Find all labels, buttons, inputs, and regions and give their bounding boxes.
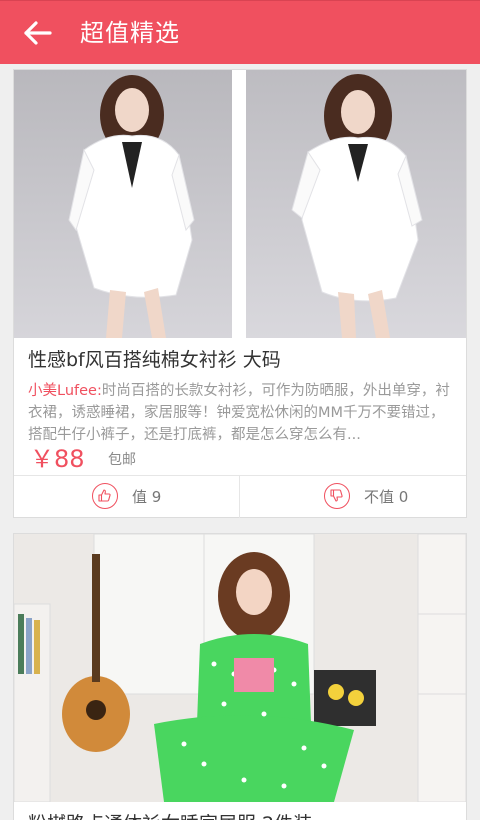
product-price: ￥88 xyxy=(30,445,85,473)
product-title[interactable]: 粉樾路点通体衫女睡家居服 2件装 xyxy=(28,810,312,820)
vote-down-button[interactable]: 不值 0 xyxy=(240,476,465,518)
product-list[interactable]: 性感bf风百搭纯棉女衬衫 大码 小美Lufee:时尚百搭的长款女衬衫，可作为防晒… xyxy=(0,64,480,820)
vote-up-label: 值 9 xyxy=(132,488,162,506)
vote-up-button[interactable]: 值 9 xyxy=(14,476,239,518)
arrow-left-icon xyxy=(24,21,52,45)
app-header: 超值精选 xyxy=(0,0,480,64)
product-card[interactable]: 粉樾路点通体衫女睡家居服 2件装 xyxy=(13,533,467,820)
product-image[interactable] xyxy=(14,534,466,802)
author-name[interactable]: 小美Lufee: xyxy=(28,383,102,399)
thumbs-up-icon xyxy=(92,483,118,509)
thumbs-down-icon xyxy=(324,483,350,509)
product-description: 小美Lufee:时尚百搭的长款女衬衫，可作为防晒服，外出单穿，衬衣裙，诱惑睡裙，… xyxy=(28,380,456,446)
product-card[interactable]: 性感bf风百搭纯棉女衬衫 大码 小美Lufee:时尚百搭的长款女衬衫，可作为防晒… xyxy=(13,69,467,518)
product-image-right[interactable] xyxy=(246,70,466,338)
product-image-left[interactable] xyxy=(14,70,232,338)
vote-down-label: 不值 0 xyxy=(364,488,409,506)
shipping-label: 包邮 xyxy=(108,452,136,468)
back-button[interactable] xyxy=(22,19,54,47)
vote-row: 值 9 不值 0 xyxy=(14,475,466,518)
page-title: 超值精选 xyxy=(80,19,180,47)
product-title[interactable]: 性感bf风百搭纯棉女衬衫 大码 xyxy=(28,346,281,374)
